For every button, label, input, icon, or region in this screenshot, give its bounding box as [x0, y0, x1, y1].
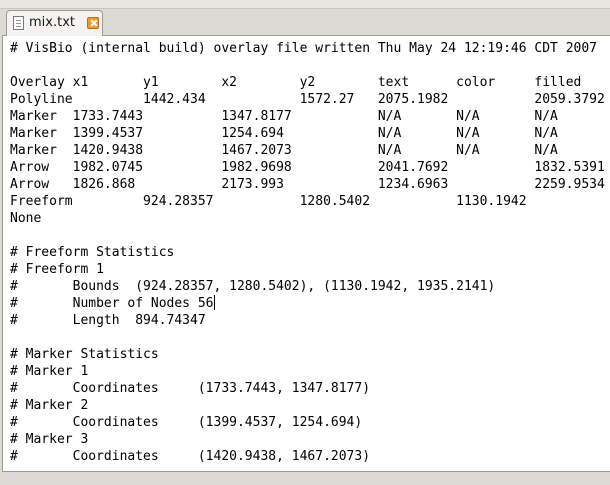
text-line	[10, 227, 610, 244]
text-line: # Marker 2	[10, 398, 89, 413]
text-file-icon	[13, 16, 24, 30]
text-line: Marker 1399.4537 1254.694 N/A N/A N/A ff…	[10, 126, 558, 141]
text-line: Overlay x1 y1 x2 y2 text color filled gr…	[10, 75, 582, 90]
editor-content[interactable]: # VisBio (internal build) overlay file w…	[10, 40, 610, 465]
text-line	[10, 57, 610, 74]
text-line: Polyline 1442.434 1572.27 2075.1982 2059…	[10, 92, 605, 107]
cursor-line: # Number of Nodes 56	[10, 295, 610, 312]
text-line: # Freeform Statistics	[10, 245, 175, 260]
text-line: # Marker Statistics	[10, 347, 159, 362]
text-line: # Length 894.74347	[10, 313, 206, 328]
text-cursor	[213, 295, 215, 310]
close-tab-icon[interactable]	[87, 17, 99, 29]
text-line: Arrow 1982.0745 1982.9698 2041.7692 1832…	[10, 160, 605, 175]
text-line: # Number of Nodes 56	[10, 296, 214, 311]
text-line: # Freeform 1	[10, 262, 104, 277]
tab-title: mix.txt	[29, 15, 75, 30]
window-bottom-edge	[0, 472, 610, 485]
text-line: Freeform 924.28357 1280.5402 1130.1942 1…	[10, 194, 527, 209]
window-top-edge	[0, 0, 610, 9]
text-line: Marker 1733.7443 1347.8177 N/A N/A N/A f…	[10, 109, 558, 124]
text-line: # Marker 1	[10, 364, 89, 379]
text-line: # Coordinates (1420.9438, 1467.2073)	[10, 449, 371, 464]
text-line: None	[10, 211, 42, 226]
text-line: # Coordinates (1733.7443, 1347.8177)	[10, 381, 371, 396]
tab-mix-txt[interactable]: mix.txt	[6, 10, 103, 36]
text-line: # Bounds (924.28357, 1280.5402), (1130.1…	[10, 279, 496, 294]
text-line: # VisBio (internal build) overlay file w…	[10, 41, 597, 56]
text-line: # Marker 3	[10, 432, 89, 447]
text-line: # Coordinates (1399.4537, 1254.694)	[10, 415, 363, 430]
text-line: Arrow 1826.868 2173.993 1234.6963 2259.9…	[10, 177, 605, 192]
text-line: Marker 1420.9438 1467.2073 N/A N/A N/A f…	[10, 143, 558, 158]
text-editor[interactable]: # VisBio (internal build) overlay file w…	[2, 35, 610, 472]
text-line	[10, 329, 610, 346]
